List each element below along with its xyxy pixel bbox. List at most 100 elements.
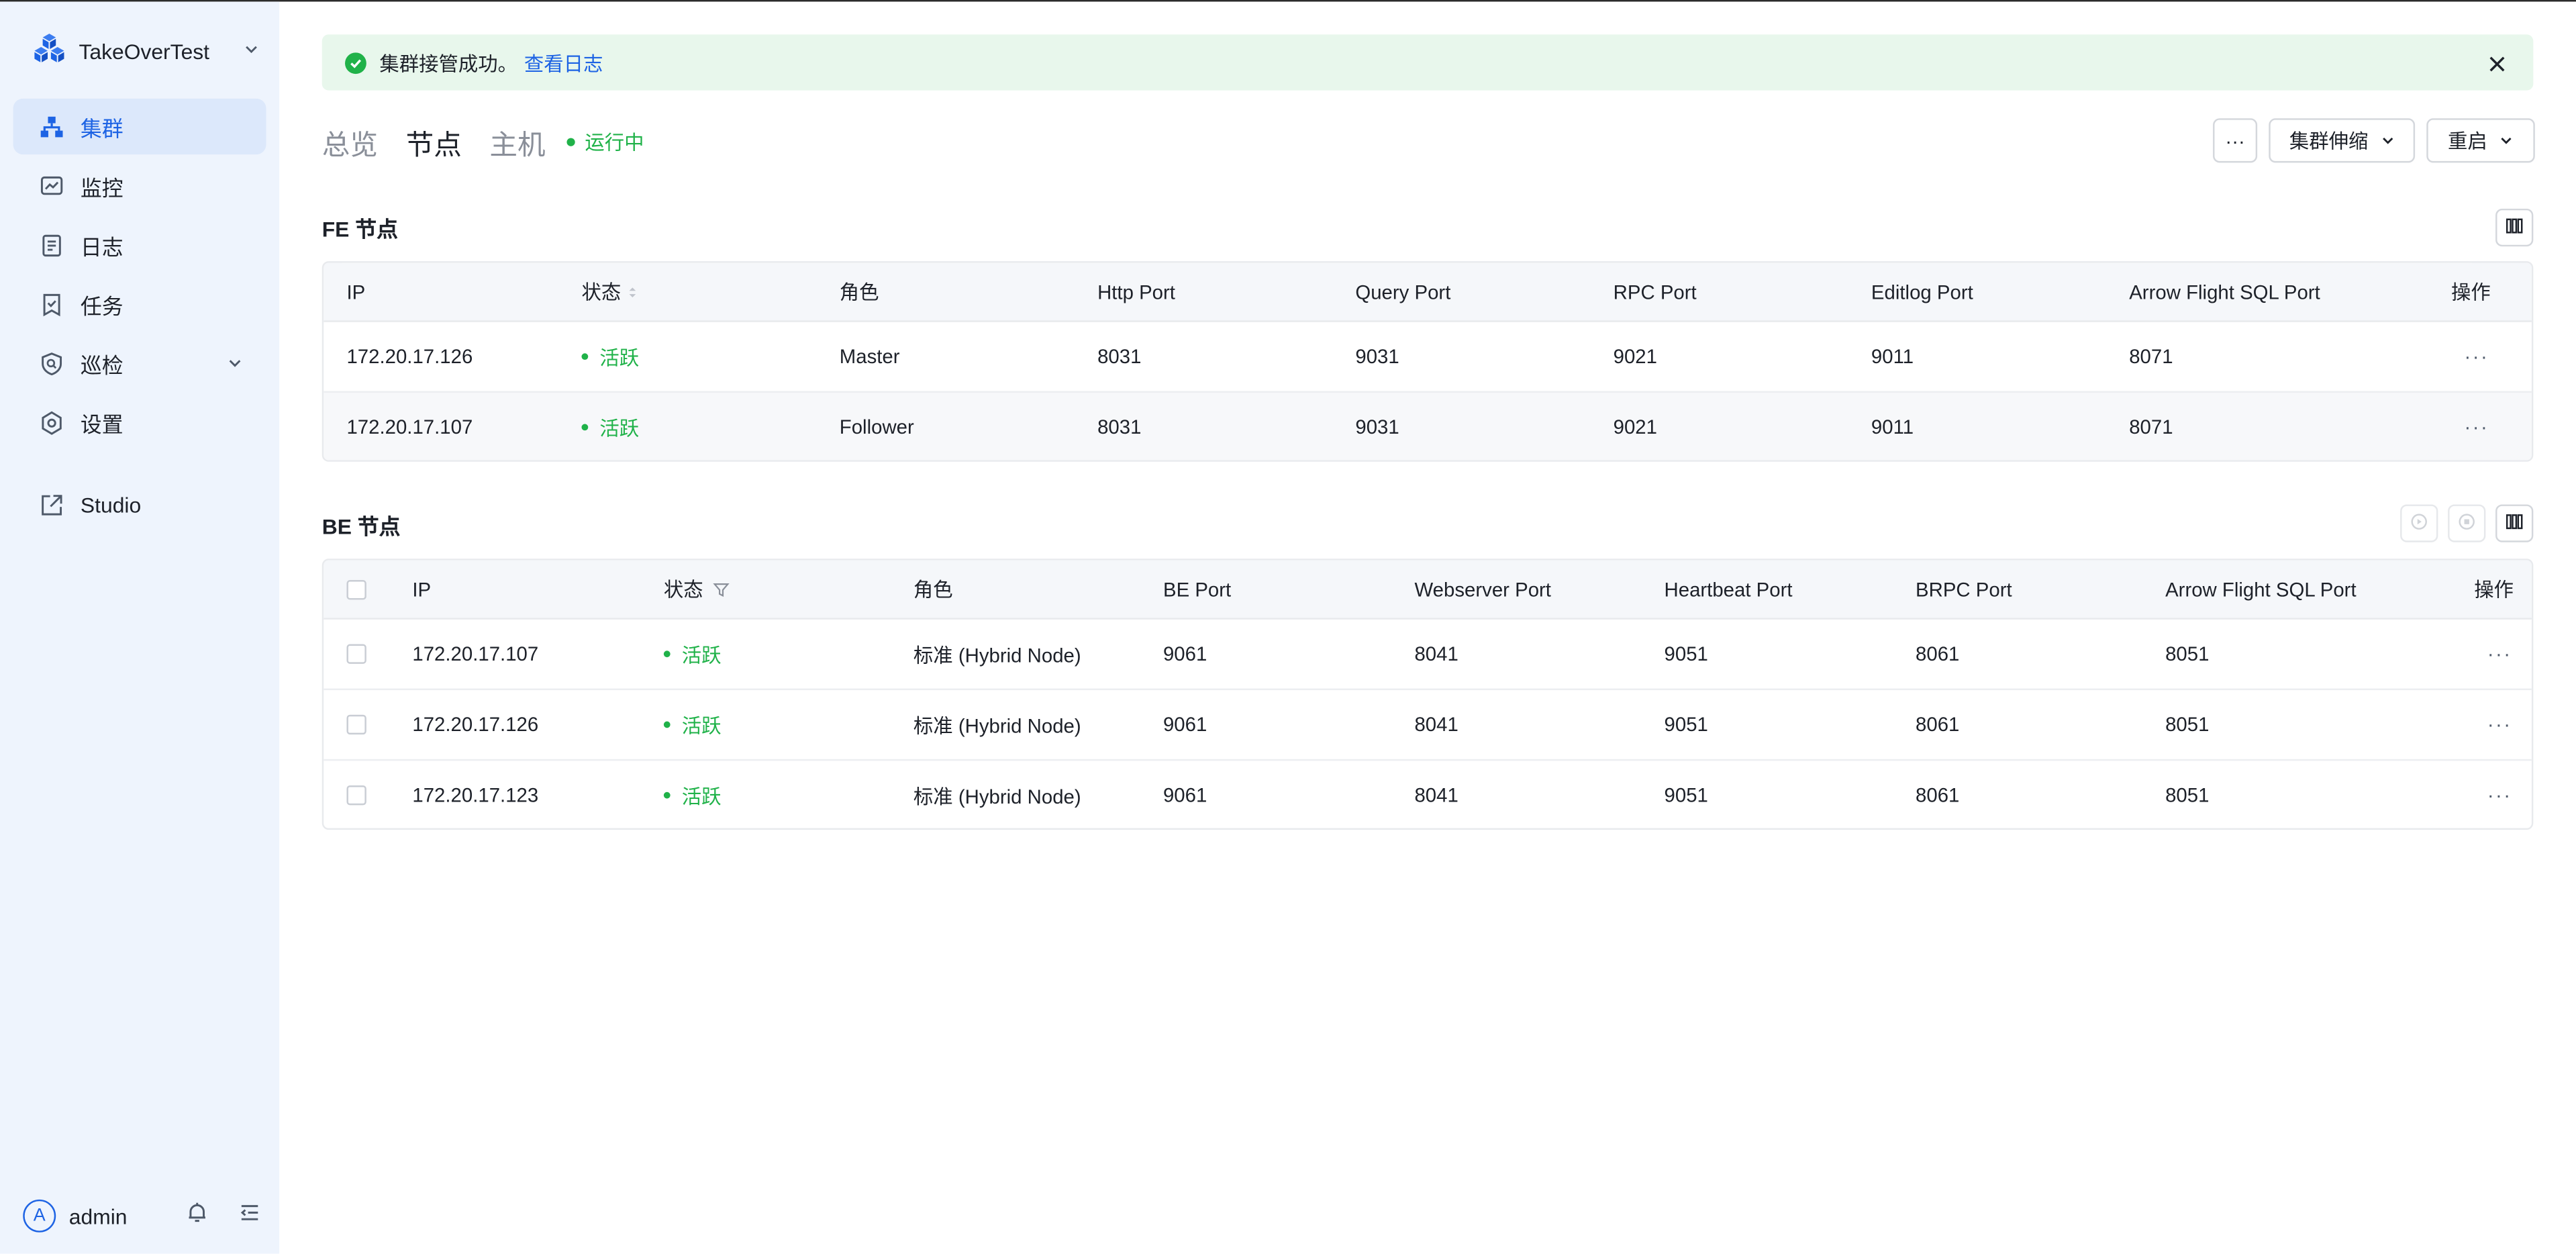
chevron-down-icon	[2499, 133, 2514, 148]
collapse-menu-icon[interactable]	[238, 1200, 261, 1232]
bell-icon[interactable]	[186, 1200, 209, 1232]
chevron-down-icon	[243, 36, 259, 66]
cell-status: 活跃	[663, 640, 913, 668]
column-header-status[interactable]: 状态	[664, 575, 913, 604]
cell-arrow-port: 8051	[2165, 713, 2210, 736]
cell-arrow-port: 8071	[2129, 345, 2173, 369]
sort-icon[interactable]	[628, 283, 638, 299]
cell-status: 活跃	[663, 711, 913, 739]
more-actions-button[interactable]: ···	[2213, 118, 2258, 163]
column-header-rpc-port: RPC Port	[1613, 280, 1697, 303]
cell-rpc-port: 9021	[1613, 416, 1658, 439]
settings-icon	[40, 410, 64, 435]
row-checkbox[interactable]	[346, 785, 366, 806]
inspection-icon	[40, 351, 64, 376]
table-header: IP 状态 角色 Http Port Query Port RPC Port E…	[324, 262, 2532, 322]
column-header-ip: IP	[346, 280, 366, 303]
tab-hosts[interactable]: 主机	[489, 121, 545, 162]
cell-arrow-port: 8051	[2165, 642, 2210, 666]
cell-heartbeat-port: 9051	[1664, 713, 1708, 736]
cell-heartbeat-port: 9051	[1664, 642, 1708, 666]
column-header-ip: IP	[412, 577, 432, 601]
be-section-title: BE 节点	[321, 514, 401, 539]
cell-be-port: 9061	[1162, 783, 1207, 807]
fe-column-settings-button[interactable]	[2495, 208, 2534, 247]
filter-icon[interactable]	[713, 581, 730, 597]
cluster-switcher[interactable]: TakeOverTest	[33, 32, 260, 67]
row-checkbox[interactable]	[346, 714, 366, 735]
status-text: 活跃	[681, 784, 722, 808]
fe-nodes-table: IP 状态 角色 Http Port Query Port RPC Port E…	[321, 261, 2534, 462]
row-checkbox[interactable]	[346, 644, 366, 664]
sidebar-item-log[interactable]: 日志	[13, 217, 266, 273]
sidebar-item-task[interactable]: 任务	[13, 276, 266, 332]
user-name[interactable]: admin	[69, 1204, 186, 1228]
cluster-icon	[40, 114, 64, 139]
monitor-icon	[40, 173, 64, 198]
select-all-checkbox[interactable]	[346, 579, 366, 599]
column-header-heartbeat-port: Heartbeat Port	[1664, 577, 1793, 601]
sidebar-item-cluster[interactable]: 集群	[13, 98, 266, 155]
tab-overview[interactable]: 总览	[322, 121, 378, 162]
table-row: 172.20.17.123 活跃 标准 (Hybrid Node) 9061 8…	[324, 761, 2532, 828]
cluster-scale-button[interactable]: 集群伸缩	[2269, 118, 2416, 163]
cell-heartbeat-port: 9051	[1664, 783, 1708, 807]
user-bar: A admin	[23, 1198, 261, 1234]
cell-arrow-port: 8051	[2165, 783, 2210, 807]
avatar[interactable]: A	[23, 1199, 56, 1233]
cell-role: Follower	[839, 416, 914, 439]
status-badge: 运行中	[566, 128, 644, 156]
sidebar-item-label: 设置	[80, 412, 123, 436]
sidebar: TakeOverTest 集群 监控 日志 任务 巡检 设置 Studio A …	[0, 1, 280, 1254]
cell-status: 活跃	[581, 342, 839, 371]
cell-rpc-port: 9021	[1613, 345, 1658, 369]
success-alert: 集群接管成功。 查看日志	[321, 34, 2534, 91]
table-row: 172.20.17.126 活跃 标准 (Hybrid Node) 9061 8…	[324, 690, 2532, 761]
sidebar-item-label: 任务	[80, 293, 123, 318]
view-log-link[interactable]: 查看日志	[524, 48, 603, 77]
column-header-arrow-port: Arrow Flight SQL Port	[2165, 577, 2357, 601]
tab-nodes[interactable]: 节点	[406, 121, 462, 162]
sidebar-item-label: Studio	[80, 492, 142, 517]
cluster-scale-label: 集群伸缩	[2289, 130, 2369, 153]
sidebar-item-label: 监控	[80, 175, 123, 200]
sidebar-item-monitor[interactable]: 监控	[13, 158, 266, 213]
row-more-button[interactable]: ···	[2474, 713, 2523, 736]
status-dot	[566, 137, 575, 146]
be-start-button[interactable]	[2400, 504, 2438, 542]
status-dot	[581, 353, 589, 360]
cell-ip: 172.20.17.123	[412, 783, 539, 807]
task-icon	[40, 291, 64, 316]
row-checkbox-cell	[324, 714, 412, 735]
row-more-button[interactable]: ···	[2451, 345, 2500, 368]
column-header-be-port: BE Port	[1162, 577, 1232, 601]
sidebar-item-inspection[interactable]: 巡检	[13, 335, 266, 391]
cell-ip: 172.20.17.126	[346, 345, 473, 369]
row-more-button[interactable]: ···	[2474, 642, 2523, 665]
column-header-status[interactable]: 状态	[581, 278, 839, 306]
columns-icon	[2506, 213, 2524, 242]
cell-arrow-port: 8071	[2129, 416, 2173, 439]
cell-query-port: 9031	[1355, 416, 1399, 439]
row-more-button[interactable]: ···	[2474, 784, 2523, 807]
column-header-actions: 操作	[2450, 281, 2491, 304]
log-icon	[40, 232, 64, 257]
page-tabs: 总览 节点 主机 运行中	[322, 122, 644, 161]
status-dot	[581, 424, 589, 431]
table-row: 172.20.17.107 活跃 Follower 8031 9031 9021…	[324, 393, 2532, 461]
row-more-button[interactable]: ···	[2451, 416, 2500, 438]
stop-circle-icon	[2458, 509, 2476, 538]
sidebar-item-label: 日志	[80, 234, 123, 259]
restart-button[interactable]: 重启	[2426, 118, 2535, 163]
chevron-down-icon	[227, 355, 243, 371]
close-icon[interactable]	[2487, 52, 2507, 72]
be-stop-button[interactable]	[2448, 504, 2486, 542]
cell-role: 标准 (Hybrid Node)	[913, 643, 1081, 667]
sidebar-item-settings[interactable]: 设置	[13, 394, 266, 450]
sidebar-item-studio[interactable]: Studio	[13, 477, 266, 532]
cell-brpc-port: 8061	[1916, 783, 1960, 807]
be-column-settings-button[interactable]	[2495, 504, 2534, 542]
status-text: 活跃	[599, 346, 640, 369]
sidebar-nav: 集群 监控 日志 任务 巡检 设置 Studio	[13, 98, 266, 536]
cell-editlog-port: 9011	[1871, 416, 1914, 439]
